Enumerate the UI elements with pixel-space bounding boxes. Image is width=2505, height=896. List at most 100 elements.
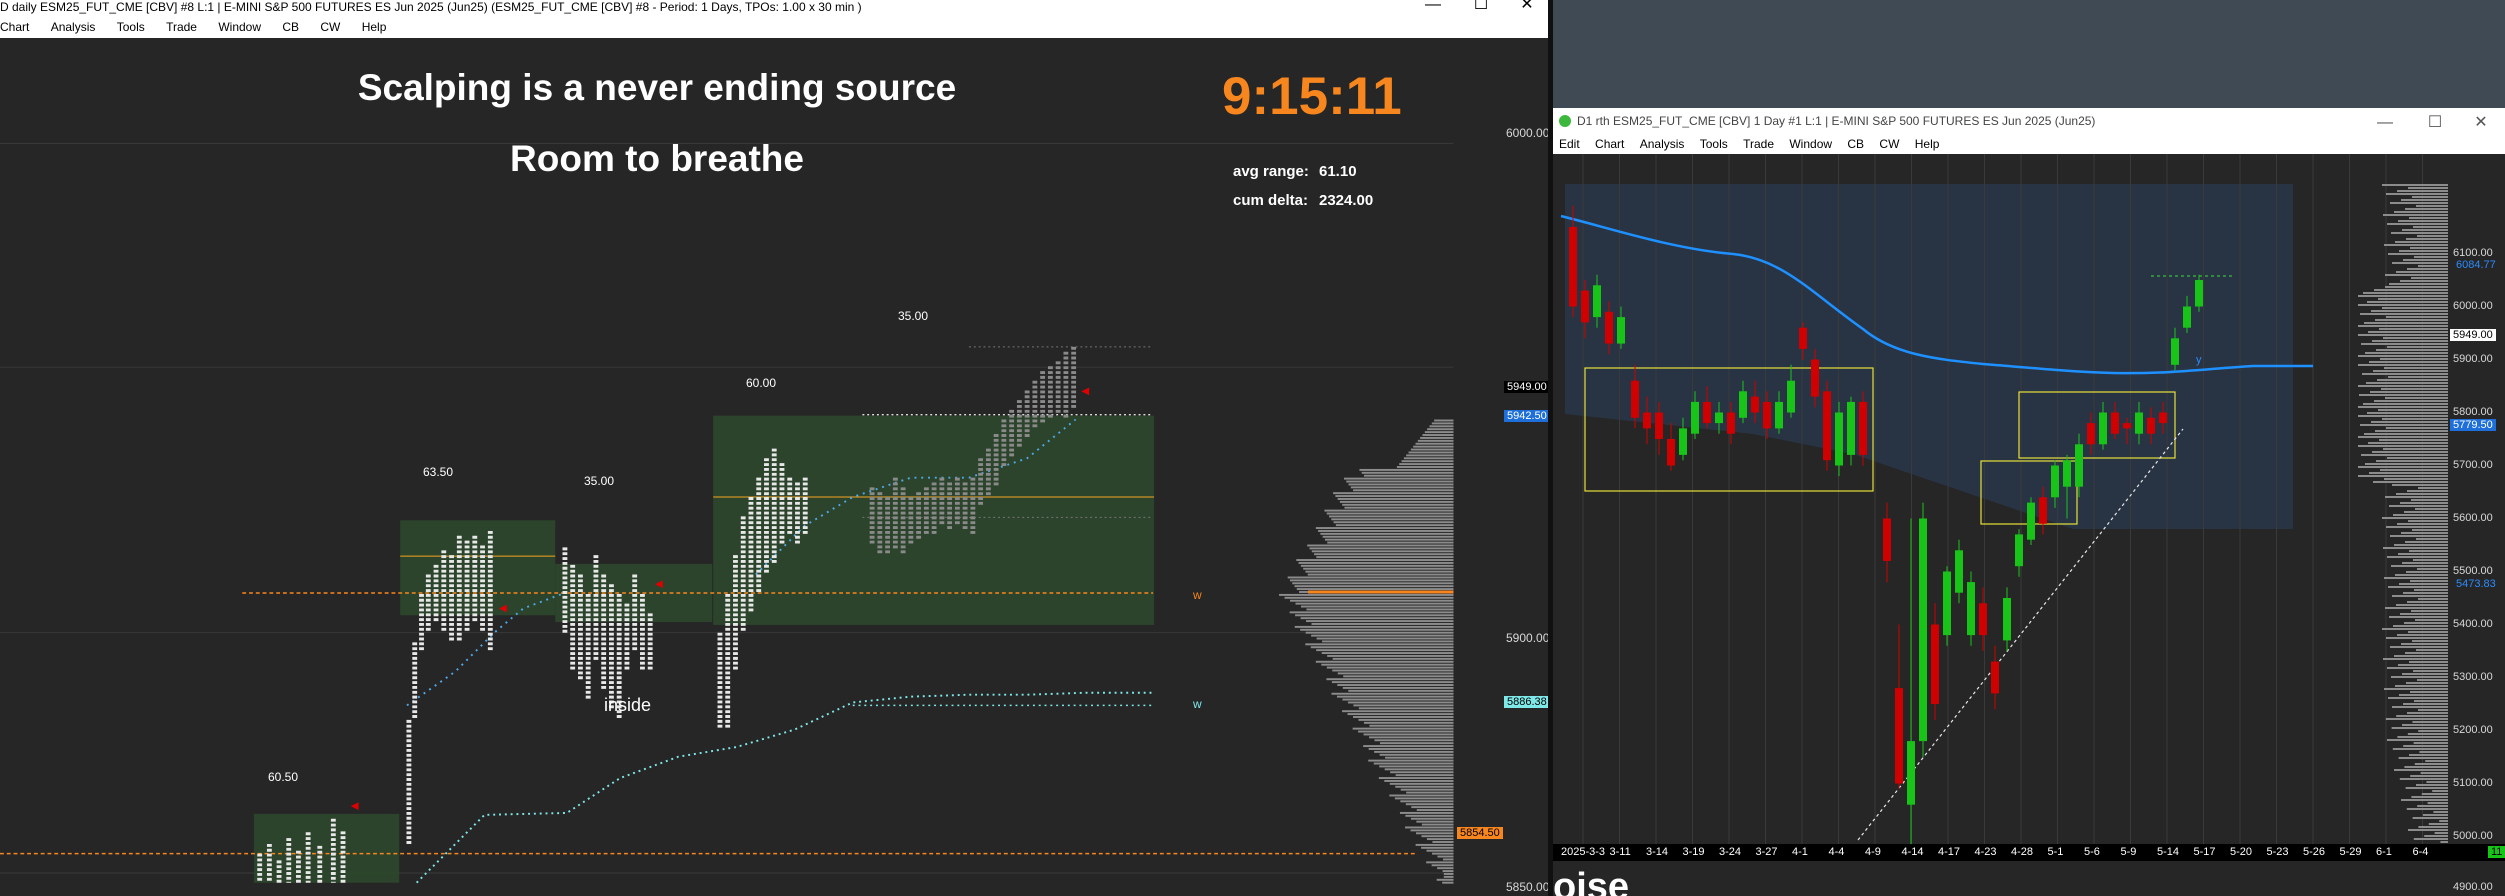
cum-delta-label: cum delta: bbox=[1233, 192, 1309, 209]
axis-tick-label: 5400.00 bbox=[2453, 618, 2493, 630]
candle-body bbox=[1617, 317, 1625, 344]
volume-bar bbox=[1290, 599, 1454, 602]
minimize-icon[interactable]: — bbox=[1418, 0, 1448, 13]
volume-bar bbox=[2399, 250, 2448, 252]
volume-bar bbox=[2390, 535, 2448, 537]
menu-analysis[interactable]: Analysis bbox=[1640, 134, 1685, 154]
volume-bar bbox=[1300, 605, 1454, 608]
volume-bar bbox=[2421, 793, 2448, 795]
volume-bar bbox=[1284, 596, 1454, 599]
volume-bar bbox=[2411, 277, 2448, 279]
value-area bbox=[253, 813, 400, 883]
volume-bar bbox=[2417, 679, 2448, 681]
menu-help[interactable]: Help bbox=[1915, 134, 1940, 154]
minimize-icon[interactable]: — bbox=[2370, 110, 2400, 136]
volume-bar bbox=[2385, 397, 2448, 399]
menu-chart[interactable]: Chart bbox=[1595, 134, 1624, 154]
marker-icon bbox=[1081, 387, 1090, 396]
volume-bar bbox=[1326, 678, 1454, 681]
volume-bar bbox=[2386, 427, 2448, 429]
volume-bar bbox=[1332, 669, 1454, 672]
candle-body bbox=[1631, 380, 1639, 418]
menu-cw[interactable]: CW bbox=[320, 16, 340, 38]
volume-bar bbox=[2372, 340, 2448, 342]
volume-bar bbox=[2389, 505, 2448, 507]
volume-bar bbox=[2397, 634, 2448, 636]
date-axis[interactable]: 2025-3-3 3-11 3-14 3-19 3-24 3-27 4-1 4-4 4-9 4-1… bbox=[1553, 846, 2505, 863]
desktop-background bbox=[1553, 0, 2505, 108]
volume-bar bbox=[2381, 388, 2448, 390]
volume-bar bbox=[1289, 579, 1454, 582]
volume-bar bbox=[2385, 496, 2448, 498]
volume-bar bbox=[1379, 765, 1454, 768]
volume-bar bbox=[1292, 582, 1454, 585]
volume-bar bbox=[2407, 712, 2448, 714]
volume-bar bbox=[2427, 802, 2448, 804]
menu-analysis[interactable]: Analysis bbox=[51, 16, 96, 38]
candle-body bbox=[2183, 306, 2191, 328]
volume-bar bbox=[1310, 646, 1454, 649]
candle-body bbox=[1991, 661, 1999, 694]
volume-bar bbox=[2405, 787, 2448, 789]
volume-bar bbox=[1342, 686, 1454, 689]
volume-bar bbox=[2406, 682, 2448, 684]
volume-bar bbox=[1442, 870, 1454, 873]
price-tag: 5949.00 bbox=[2450, 329, 2496, 341]
volume-bar bbox=[2372, 451, 2448, 453]
volume-bar bbox=[2371, 310, 2448, 312]
price-axis[interactable]: 6000.00 5949.00 5942.50 5900.00 5886.38 … bbox=[1500, 38, 1548, 896]
candle-body bbox=[1605, 311, 1613, 344]
volume-bar bbox=[1331, 692, 1454, 695]
volume-bar bbox=[2405, 541, 2448, 543]
volume-bar bbox=[1384, 768, 1454, 771]
candle-body bbox=[2147, 417, 2155, 434]
volume-bar bbox=[2374, 289, 2448, 291]
volume-bar bbox=[1332, 657, 1454, 660]
volume-bar bbox=[2394, 544, 2448, 546]
volume-bar bbox=[1337, 498, 1454, 500]
date-axis-label: 5-14 bbox=[2155, 846, 2182, 858]
menu-help[interactable]: Help bbox=[362, 16, 387, 38]
menu-window[interactable]: Window bbox=[218, 16, 261, 38]
volume-bar bbox=[1320, 532, 1454, 535]
menu-tools[interactable]: Tools bbox=[1700, 134, 1728, 154]
maximize-icon[interactable]: ☐ bbox=[1466, 0, 1496, 13]
volume-bar bbox=[2400, 502, 2448, 504]
menu-cb[interactable]: CB bbox=[1847, 134, 1864, 154]
volume-bar bbox=[1279, 593, 1454, 596]
volume-bar bbox=[2385, 718, 2448, 720]
volume-bar bbox=[1373, 762, 1454, 765]
session-clock: 9:15:11 bbox=[1222, 67, 1402, 126]
menu-edit[interactable]: Edit bbox=[1559, 134, 1580, 154]
volume-bar bbox=[2358, 415, 2448, 417]
volume-bar bbox=[1327, 541, 1454, 544]
close-icon[interactable]: ✕ bbox=[2466, 110, 2496, 136]
volume-bar bbox=[1359, 468, 1454, 471]
menu-window[interactable]: Window bbox=[1789, 134, 1832, 154]
volume-bar bbox=[2410, 691, 2448, 693]
volume-bar bbox=[2401, 643, 2448, 645]
window-title-bar[interactable]: D1 rth ESM25_FUT_CME [CBV] 1 Day #1 L:1 … bbox=[1553, 108, 2505, 134]
volume-bar bbox=[2379, 439, 2448, 441]
menu-cb[interactable]: CB bbox=[282, 16, 299, 38]
daily-candlestick-canvas[interactable] bbox=[1553, 154, 2505, 896]
candle-body bbox=[1643, 412, 1651, 429]
level-marker: w bbox=[1193, 588, 1202, 602]
candle-body bbox=[1787, 380, 1795, 413]
menu-cw[interactable]: CW bbox=[1879, 134, 1899, 154]
menu-tools[interactable]: Tools bbox=[117, 16, 145, 38]
volume-bar bbox=[1416, 809, 1454, 811]
volume-bar bbox=[2433, 811, 2448, 813]
volume-bar bbox=[1327, 654, 1454, 657]
volume-bar bbox=[2440, 841, 2448, 843]
menu-trade[interactable]: Trade bbox=[166, 16, 197, 38]
menu-chart[interactable]: Chart bbox=[0, 16, 29, 38]
window-title-bar[interactable]: D daily ESM25_FUT_CME [CBV] #8 L:1 | E-M… bbox=[0, 0, 1548, 16]
price-tag: 5854.50 bbox=[1457, 827, 1503, 839]
volume-bar bbox=[2402, 229, 2448, 231]
maximize-icon[interactable]: ☐ bbox=[2420, 110, 2450, 136]
close-icon[interactable]: ✕ bbox=[1512, 0, 1542, 13]
volume-bar bbox=[1417, 439, 1454, 442]
menu-trade[interactable]: Trade bbox=[1743, 134, 1774, 154]
volume-bar bbox=[2412, 196, 2448, 198]
